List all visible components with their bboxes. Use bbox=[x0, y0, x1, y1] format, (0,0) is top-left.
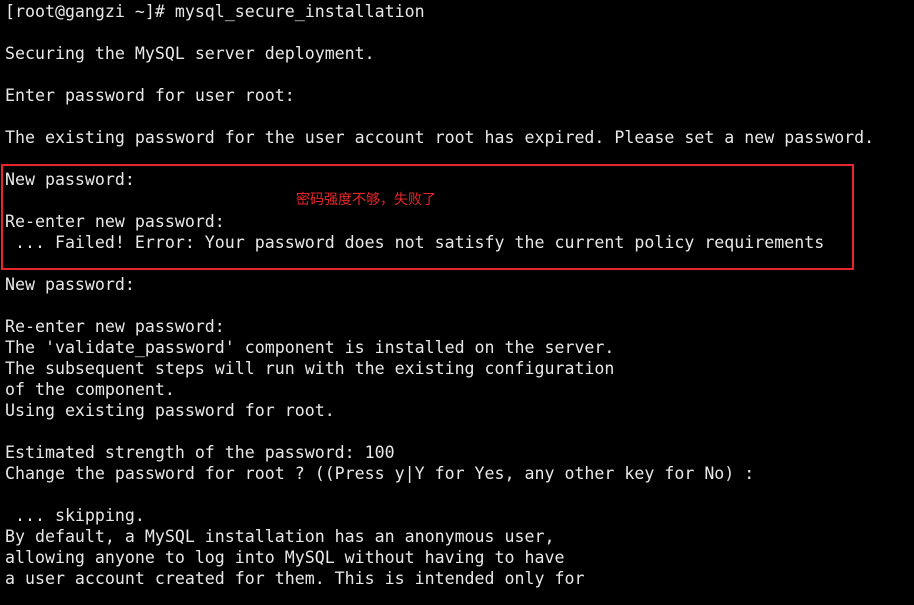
terminal-line: Change the password for root ? ((Press y… bbox=[5, 464, 755, 483]
terminal-line: Estimated strength of the password: 100 bbox=[5, 443, 395, 462]
terminal-window[interactable]: [root@gangzi ~]# mysql_secure_installati… bbox=[0, 0, 914, 605]
terminal-line: Using existing password for root. bbox=[5, 401, 335, 420]
terminal-line: New password: bbox=[5, 275, 135, 294]
terminal-line: Re-enter new password: bbox=[5, 317, 225, 336]
terminal-line: a user account created for them. This is… bbox=[5, 569, 585, 588]
annotation-note: 密码强度不够，失败了 bbox=[296, 192, 436, 208]
terminal-line: By default, a MySQL installation has an … bbox=[5, 527, 555, 546]
error-highlight-box bbox=[1, 164, 854, 270]
terminal-line: of the component. bbox=[5, 380, 175, 399]
terminal-line: The 'validate_password' component is ins… bbox=[5, 338, 615, 357]
terminal-line: Enter password for user root: bbox=[5, 86, 295, 105]
terminal-line: The existing password for the user accou… bbox=[5, 128, 875, 147]
terminal-line: ... skipping. bbox=[5, 506, 145, 525]
terminal-line: allowing anyone to log into MySQL withou… bbox=[5, 548, 565, 567]
terminal-line: [root@gangzi ~]# mysql_secure_installati… bbox=[5, 2, 425, 21]
terminal-line: The subsequent steps will run with the e… bbox=[5, 359, 615, 378]
terminal-line: Securing the MySQL server deployment. bbox=[5, 44, 375, 63]
